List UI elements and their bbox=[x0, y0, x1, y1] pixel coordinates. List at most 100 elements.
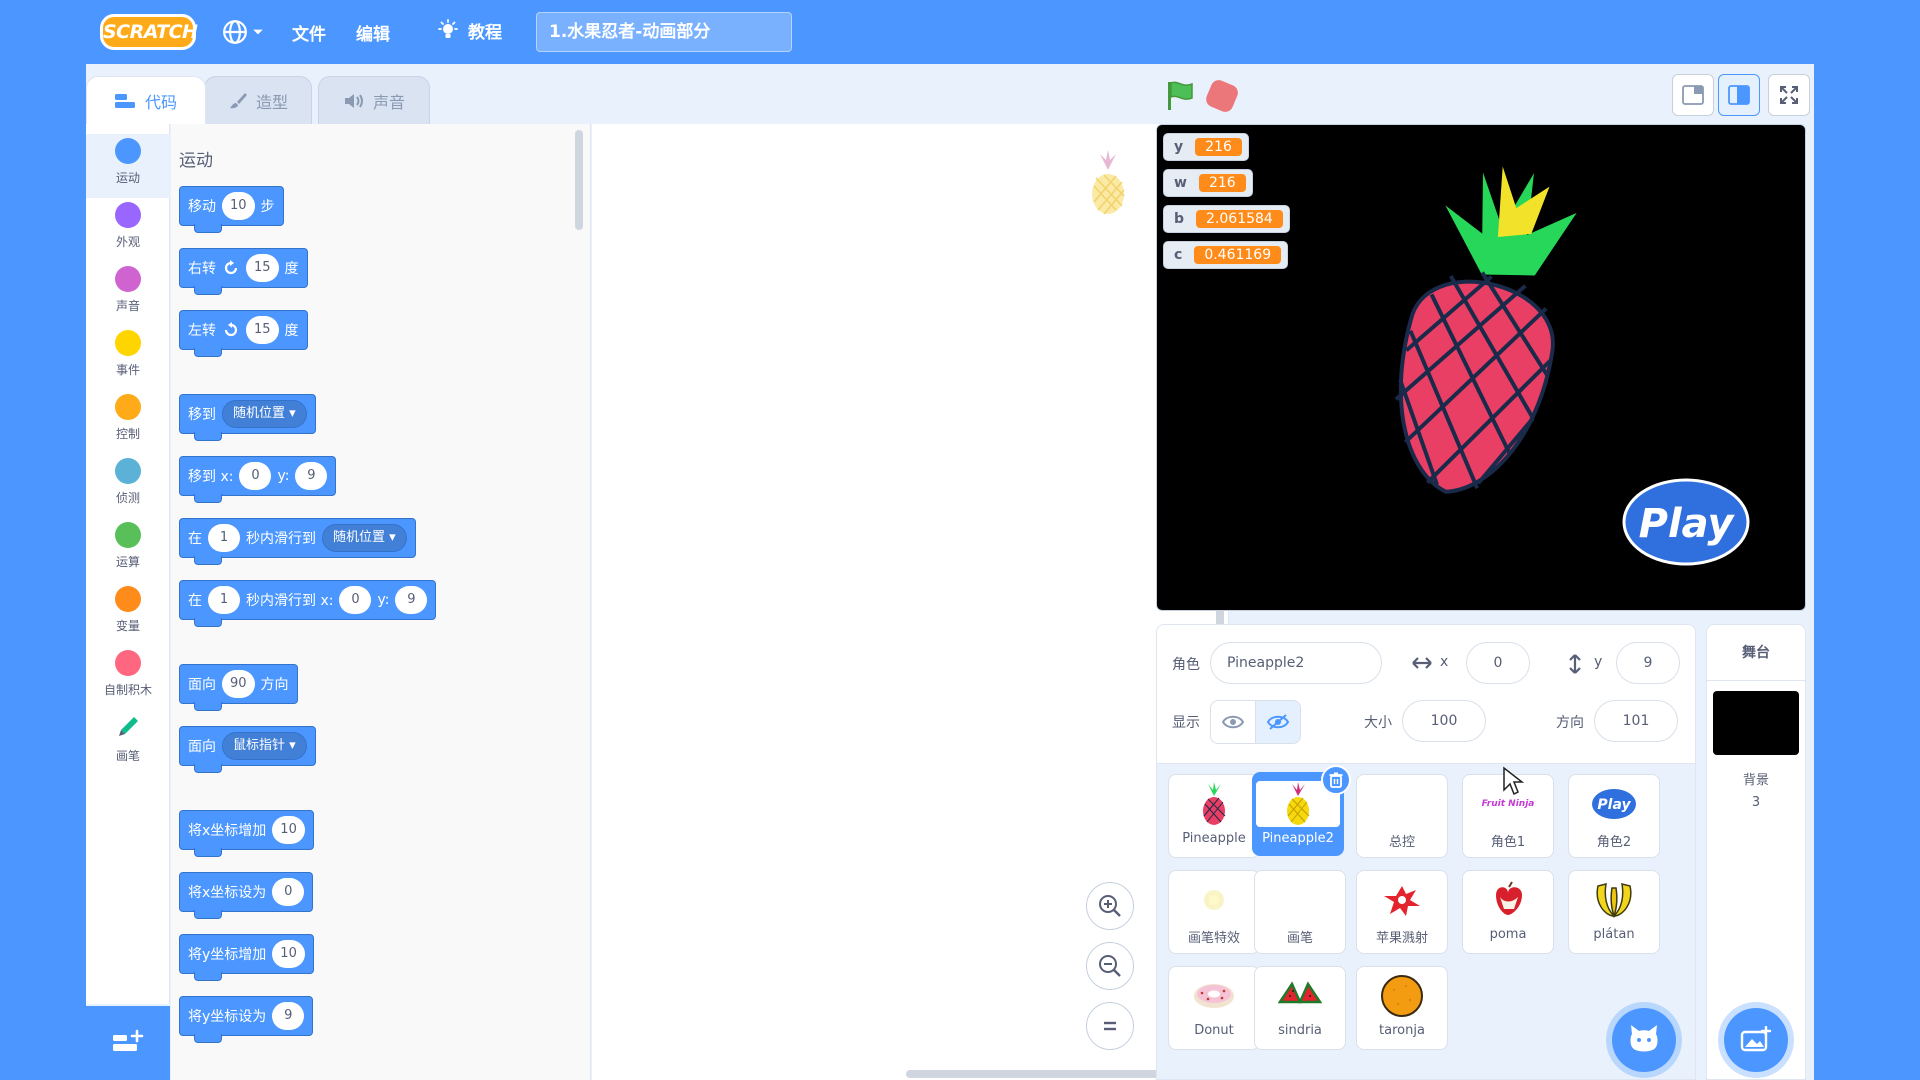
block-label: 移到 x: bbox=[188, 469, 234, 485]
fullscreen-button[interactable] bbox=[1768, 74, 1810, 116]
change-x-block[interactable]: 将x坐标增加 10 bbox=[179, 810, 314, 857]
glide-to-block[interactable]: 在 1 秒内滑行到 随机位置 ▾ bbox=[179, 518, 416, 565]
sprite-card-donut[interactable]: Donut bbox=[1168, 966, 1260, 1050]
category-events[interactable]: 事件 bbox=[86, 326, 170, 390]
pineapple-sprite[interactable] bbox=[1347, 155, 1607, 535]
add-sprite-button[interactable] bbox=[1612, 1008, 1676, 1072]
set-x-input[interactable]: 0 bbox=[272, 878, 305, 906]
direction-input[interactable]: 101 bbox=[1594, 700, 1678, 742]
stage-canvas[interactable]: y 216 w 216 b 2.061584 c 0.461169 Play bbox=[1156, 124, 1806, 611]
variable-monitor-y[interactable]: y 216 bbox=[1163, 133, 1249, 161]
scratch-logo[interactable]: SCRATCH bbox=[100, 14, 198, 50]
category-my-blocks-label: 自制积木 bbox=[103, 683, 152, 697]
goto-xy-block[interactable]: 移到 x: 0 y: 9 bbox=[179, 456, 337, 503]
tab-sounds[interactable]: 声音 bbox=[318, 76, 430, 124]
y-input[interactable]: 9 bbox=[295, 462, 328, 490]
change-y-input[interactable]: 10 bbox=[272, 940, 305, 968]
edit-menu[interactable]: 编辑 bbox=[356, 20, 390, 45]
category-operators[interactable]: 运算 bbox=[86, 518, 170, 582]
sprite-card-apple-splash[interactable]: 苹果溅射 bbox=[1356, 870, 1448, 954]
sprite-card-pineapple[interactable]: Pineapple bbox=[1168, 774, 1260, 858]
stop-icon[interactable] bbox=[1203, 77, 1241, 115]
category-motion[interactable]: 运动 bbox=[86, 134, 170, 198]
y-input[interactable]: 9 bbox=[395, 586, 428, 614]
tab-costumes[interactable]: 造型 bbox=[204, 76, 312, 124]
sprite-card-poma[interactable]: poma bbox=[1462, 870, 1554, 954]
sprite-card-pen-effect[interactable]: 画笔特效 bbox=[1168, 870, 1260, 954]
degrees-input[interactable]: 15 bbox=[246, 316, 279, 344]
turn-left-block[interactable]: 左转 15 度 bbox=[179, 310, 308, 357]
degrees-input[interactable]: 15 bbox=[246, 254, 279, 282]
language-menu[interactable] bbox=[222, 18, 264, 46]
point-towards-block[interactable]: 面向 鼠标指针 ▾ bbox=[179, 726, 316, 773]
point-towards-dropdown[interactable]: 鼠标指针 ▾ bbox=[222, 732, 307, 760]
zoom-in-button[interactable] bbox=[1086, 882, 1134, 930]
show-sprite-toggle[interactable] bbox=[1210, 700, 1256, 744]
change-y-block[interactable]: 将y坐标增加 10 bbox=[179, 934, 314, 981]
x-input[interactable]: 0 bbox=[1466, 642, 1530, 684]
category-variables[interactable]: 变量 bbox=[86, 582, 170, 646]
dropdown-value: 鼠标指针 bbox=[233, 738, 286, 753]
block-label: 秒内滑行到 bbox=[246, 531, 316, 547]
delete-sprite-button[interactable] bbox=[1321, 765, 1351, 795]
sprite-card-pineapple2[interactable]: Pineapple2 bbox=[1252, 765, 1351, 856]
move-steps-block[interactable]: 移动 10 步 bbox=[179, 186, 284, 233]
palette-scrollbar[interactable] bbox=[575, 130, 583, 230]
change-x-input[interactable]: 10 bbox=[272, 816, 305, 844]
glide-xy-block[interactable]: 在 1 秒内滑行到 x: 0 y: 9 bbox=[179, 580, 437, 627]
sprite-card-platan[interactable]: plátan bbox=[1568, 870, 1660, 954]
script-area[interactable] bbox=[592, 124, 1229, 1080]
size-input[interactable]: 100 bbox=[1402, 700, 1486, 742]
add-backdrop-button[interactable] bbox=[1724, 1008, 1788, 1072]
tab-code[interactable]: 代码 bbox=[86, 76, 206, 124]
block-label: 移到 bbox=[188, 407, 216, 423]
y-input[interactable]: 9 bbox=[1616, 642, 1680, 684]
zoom-out-button[interactable] bbox=[1086, 942, 1134, 990]
set-y-block[interactable]: 将y坐标设为 9 bbox=[179, 996, 314, 1043]
sprite-thumb: Play bbox=[1586, 781, 1642, 827]
goto-block[interactable]: 移到 随机位置 ▾ bbox=[179, 394, 316, 441]
point-direction-block[interactable]: 面向 90 方向 bbox=[179, 664, 298, 711]
file-menu[interactable]: 文件 bbox=[292, 20, 326, 45]
seconds-input[interactable]: 1 bbox=[208, 524, 240, 552]
category-my-blocks[interactable]: 自制积木 bbox=[86, 646, 170, 710]
zoom-reset-button[interactable] bbox=[1086, 1002, 1134, 1050]
sprite-card-sprite2[interactable]: Play 角色2 bbox=[1568, 774, 1660, 858]
sprite-thumb bbox=[1186, 877, 1242, 923]
sprite-card-sindria[interactable]: sindria bbox=[1254, 966, 1346, 1050]
orange-icon bbox=[1381, 975, 1423, 1017]
goto-target-dropdown[interactable]: 随机位置 ▾ bbox=[222, 400, 307, 428]
set-y-input[interactable]: 9 bbox=[272, 1002, 305, 1030]
direction-input[interactable]: 90 bbox=[222, 670, 255, 698]
hide-sprite-toggle[interactable] bbox=[1255, 700, 1301, 744]
sprite-card-master-control[interactable]: 总控 bbox=[1356, 774, 1448, 858]
tutorials-menu[interactable]: 教程 bbox=[436, 18, 502, 43]
add-extension-button[interactable] bbox=[86, 1006, 170, 1080]
category-control[interactable]: 控制 bbox=[86, 390, 170, 454]
green-flag-icon[interactable] bbox=[1164, 80, 1196, 112]
brush-icon bbox=[229, 92, 247, 108]
set-x-block[interactable]: 将x坐标设为 0 bbox=[179, 872, 314, 919]
turn-right-block[interactable]: 右转 15 度 bbox=[179, 248, 308, 295]
category-sensing[interactable]: 侦测 bbox=[86, 454, 170, 518]
sprite-card-pen[interactable]: 画笔 bbox=[1254, 870, 1346, 954]
sprite-card-taronja[interactable]: taronja bbox=[1356, 966, 1448, 1050]
stage-backdrop-thumbnail[interactable] bbox=[1713, 691, 1799, 755]
x-input[interactable]: 0 bbox=[339, 586, 372, 614]
glide-target-dropdown[interactable]: 随机位置 ▾ bbox=[322, 524, 407, 552]
category-pen[interactable]: 画笔 bbox=[86, 710, 170, 774]
variable-monitor-c[interactable]: c 0.461169 bbox=[1163, 241, 1289, 269]
large-stage-button[interactable] bbox=[1718, 74, 1760, 116]
seconds-input[interactable]: 1 bbox=[208, 586, 240, 614]
sprite-name-input[interactable]: Pineapple2 bbox=[1210, 642, 1382, 684]
x-input[interactable]: 0 bbox=[239, 462, 272, 490]
project-title-input[interactable]: 1.水果忍者-动画部分 bbox=[536, 12, 792, 52]
pineapple-icon bbox=[1203, 782, 1226, 825]
variable-monitor-w[interactable]: w 216 bbox=[1163, 169, 1253, 197]
category-sound[interactable]: 声音 bbox=[86, 262, 170, 326]
play-button-sprite[interactable]: Play bbox=[1621, 477, 1751, 567]
steps-input[interactable]: 10 bbox=[222, 192, 255, 220]
variable-monitor-b[interactable]: b 2.061584 bbox=[1163, 205, 1290, 233]
small-stage-button[interactable] bbox=[1672, 74, 1714, 116]
category-looks[interactable]: 外观 bbox=[86, 198, 170, 262]
